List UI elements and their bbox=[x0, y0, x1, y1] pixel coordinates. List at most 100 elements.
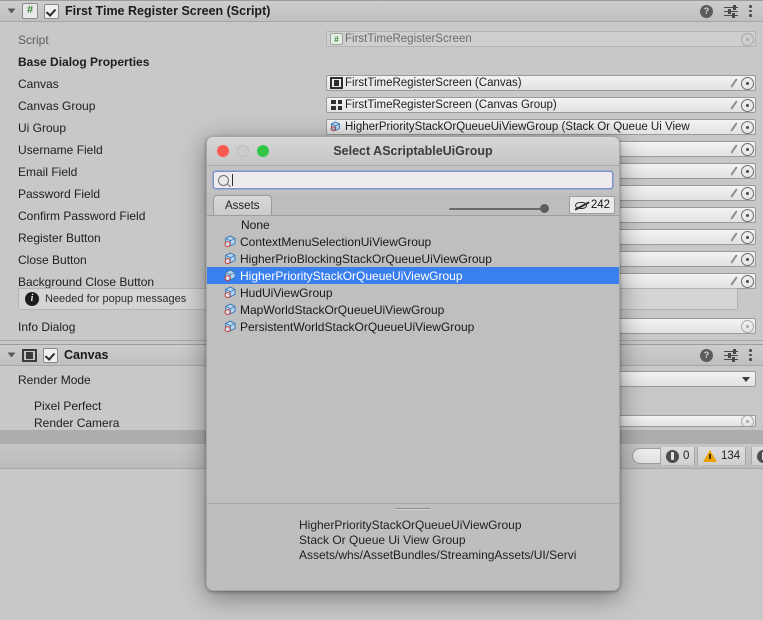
list-item[interactable]: HudUiViewGroup bbox=[207, 284, 619, 301]
list-item[interactable]: PersistentWorldStackOrQueueUiViewGroup bbox=[207, 318, 619, 335]
kebab-menu-icon[interactable] bbox=[749, 348, 753, 362]
object-picker-icon[interactable] bbox=[741, 32, 754, 46]
search-input[interactable] bbox=[213, 171, 613, 189]
property-label: Ui Group bbox=[18, 121, 67, 135]
list-item-label: HigherPriorityStackOrQueueUiViewGroup bbox=[240, 268, 463, 283]
preview-details: HigherPriorityStackOrQueueUiViewGroup St… bbox=[207, 504, 619, 563]
tab-assets[interactable]: Assets bbox=[213, 195, 272, 215]
scriptable-object-icon bbox=[224, 235, 236, 248]
canvas-group-icon bbox=[330, 99, 343, 111]
object-picker-icon[interactable] bbox=[741, 186, 754, 200]
hidden-assets-indicator[interactable]: 242 bbox=[568, 196, 615, 214]
window-title-bar[interactable]: Select AScriptableUiGroup bbox=[207, 137, 619, 166]
thumbnail-size-slider-knob[interactable] bbox=[540, 204, 549, 213]
edit-pencil-icon[interactable] bbox=[728, 253, 741, 266]
object-picker-icon[interactable] bbox=[741, 274, 754, 288]
object-field-controls bbox=[741, 319, 755, 333]
hidden-count: 242 bbox=[590, 199, 610, 211]
object-field-script[interactable]: # FirstTimeRegisterScreen bbox=[326, 31, 756, 47]
edit-pencil-icon[interactable] bbox=[728, 143, 741, 156]
eye-off-icon bbox=[574, 200, 589, 211]
list-item-none[interactable]: None bbox=[207, 216, 619, 233]
object-field-controls bbox=[741, 416, 755, 426]
console-error-button[interactable] bbox=[751, 447, 763, 465]
object-field-ui-group[interactable]: HigherPriorityStackOrQueueUiViewGroup (S… bbox=[326, 119, 756, 135]
property-label: Render Camera bbox=[34, 418, 120, 428]
object-picker-icon[interactable] bbox=[741, 319, 754, 333]
preset-icon[interactable] bbox=[724, 348, 738, 362]
scriptable-object-icon bbox=[224, 303, 236, 316]
object-field-value: FirstTimeRegisterScreen (Canvas) bbox=[345, 77, 522, 89]
object-field-canvas-group[interactable]: FirstTimeRegisterScreen (Canvas Group) bbox=[326, 97, 756, 113]
property-label: Username Field bbox=[18, 143, 103, 157]
property-label: Info Dialog bbox=[18, 320, 76, 334]
property-label: Canvas bbox=[18, 77, 59, 91]
object-picker-icon[interactable] bbox=[741, 252, 754, 266]
help-icon[interactable]: ? bbox=[700, 348, 713, 362]
object-field-controls bbox=[741, 32, 755, 46]
object-field-value: FirstTimeRegisterScreen (Canvas Group) bbox=[345, 99, 557, 111]
object-picker-icon[interactable] bbox=[741, 164, 754, 178]
list-item[interactable]: MapWorldStackOrQueueUiViewGroup bbox=[207, 301, 619, 318]
info-icon: i bbox=[25, 292, 39, 306]
preview-asset-name: HigherPriorityStackOrQueueUiViewGroup bbox=[299, 518, 522, 532]
canvas-badge-icon bbox=[22, 348, 37, 362]
foldout-arrow-icon[interactable] bbox=[7, 8, 16, 14]
edit-pencil-icon[interactable] bbox=[728, 77, 741, 90]
object-picker-icon[interactable] bbox=[741, 142, 754, 156]
component-header-script[interactable]: # First Time Register Screen (Script) ? bbox=[0, 0, 763, 22]
object-field-canvas[interactable]: FirstTimeRegisterScreen (Canvas) bbox=[326, 75, 756, 91]
scriptable-object-icon bbox=[224, 252, 236, 265]
console-log-button[interactable]: 0 bbox=[660, 447, 696, 465]
warning-triangle-icon bbox=[703, 450, 717, 462]
list-item-label: MapWorldStackOrQueueUiViewGroup bbox=[240, 302, 445, 317]
kebab-menu-icon[interactable] bbox=[749, 4, 753, 18]
foldout-arrow-icon[interactable] bbox=[7, 352, 16, 358]
preset-icon[interactable] bbox=[724, 4, 738, 18]
list-item-label: HudUiViewGroup bbox=[240, 285, 333, 300]
scriptable-object-icon bbox=[224, 320, 236, 333]
edit-pencil-icon[interactable] bbox=[728, 187, 741, 200]
edit-pencil-icon[interactable] bbox=[728, 165, 741, 178]
list-item-label: HigherPrioBlockingStackOrQueueUiViewGrou… bbox=[240, 251, 492, 266]
edit-pencil-icon[interactable] bbox=[728, 99, 741, 112]
component-enabled-checkbox[interactable] bbox=[44, 3, 59, 19]
edit-pencil-icon[interactable] bbox=[728, 121, 741, 134]
edit-pencil-icon[interactable] bbox=[728, 231, 741, 244]
object-picker-icon[interactable] bbox=[741, 120, 754, 134]
property-label-script: Script bbox=[18, 33, 49, 47]
script-badge-icon: # bbox=[22, 3, 38, 19]
list-item-label: None bbox=[241, 217, 270, 232]
property-label: Background Close Button bbox=[18, 275, 155, 289]
section-header-label: Base Dialog Properties bbox=[18, 55, 150, 69]
tab-strip: Assets 242 bbox=[207, 193, 619, 216]
edit-pencil-icon[interactable] bbox=[728, 275, 741, 288]
edit-pencil-icon[interactable] bbox=[728, 209, 741, 222]
object-picker-icon[interactable] bbox=[741, 98, 754, 112]
script-file-icon: # bbox=[330, 33, 343, 45]
component-title: Canvas bbox=[64, 348, 109, 362]
object-field-controls bbox=[728, 252, 755, 266]
resize-grip[interactable] bbox=[396, 508, 430, 510]
object-picker-icon[interactable] bbox=[741, 416, 754, 426]
console-warning-button[interactable]: 134 bbox=[697, 447, 747, 465]
object-picker-icon[interactable] bbox=[741, 230, 754, 244]
search-icon bbox=[218, 174, 229, 186]
component-enabled-checkbox[interactable] bbox=[43, 347, 58, 363]
list-item[interactable]: HigherPrioBlockingStackOrQueueUiViewGrou… bbox=[207, 250, 619, 267]
console-error-icon bbox=[757, 449, 763, 463]
object-picker-icon[interactable] bbox=[741, 208, 754, 222]
preview-asset-type: Stack Or Queue Ui View Group bbox=[299, 533, 466, 547]
list-item-selected[interactable]: HigherPriorityStackOrQueueUiViewGroup bbox=[207, 267, 619, 284]
text-cursor bbox=[232, 174, 233, 186]
object-picker-icon[interactable] bbox=[741, 76, 754, 90]
list-item[interactable]: ContextMenuSelectionUiViewGroup bbox=[207, 233, 619, 250]
canvas-icon bbox=[330, 77, 343, 89]
component-title: First Time Register Screen (Script) bbox=[65, 4, 271, 18]
property-label: Register Button bbox=[18, 231, 101, 245]
header-icon-group: ? bbox=[700, 4, 757, 18]
thumbnail-size-slider[interactable] bbox=[449, 208, 541, 210]
object-field-controls bbox=[728, 208, 755, 222]
object-field-controls bbox=[728, 230, 755, 244]
help-icon[interactable]: ? bbox=[700, 4, 713, 18]
